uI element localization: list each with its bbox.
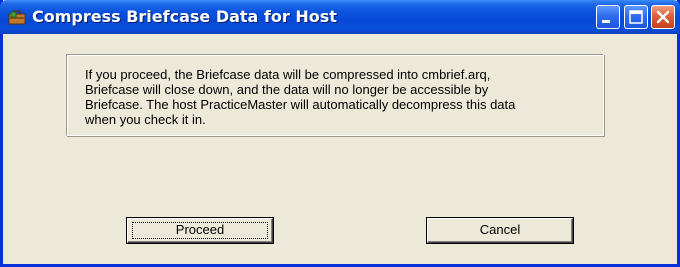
- dialog-window: Compress Briefcase Data for Host If you …: [0, 0, 680, 267]
- maximize-button[interactable]: [624, 5, 648, 29]
- cancel-button-label: Cancel: [479, 222, 521, 237]
- window-title: Compress Briefcase Data for Host: [32, 7, 337, 26]
- close-icon: [656, 10, 670, 24]
- cancel-button[interactable]: Cancel: [427, 218, 573, 243]
- message-text: If you proceed, the Briefcase data will …: [85, 67, 516, 127]
- briefcase-app-icon[interactable]: [8, 9, 26, 25]
- title-bar[interactable]: Compress Briefcase Data for Host: [0, 0, 680, 34]
- maximize-icon: [629, 10, 643, 24]
- proceed-button[interactable]: Proceed: [127, 218, 273, 243]
- focus-ring: [132, 222, 268, 239]
- minimize-icon: [602, 20, 610, 23]
- message-panel: If you proceed, the Briefcase data will …: [66, 54, 604, 136]
- minimize-button[interactable]: [596, 5, 620, 29]
- close-button[interactable]: [651, 5, 675, 29]
